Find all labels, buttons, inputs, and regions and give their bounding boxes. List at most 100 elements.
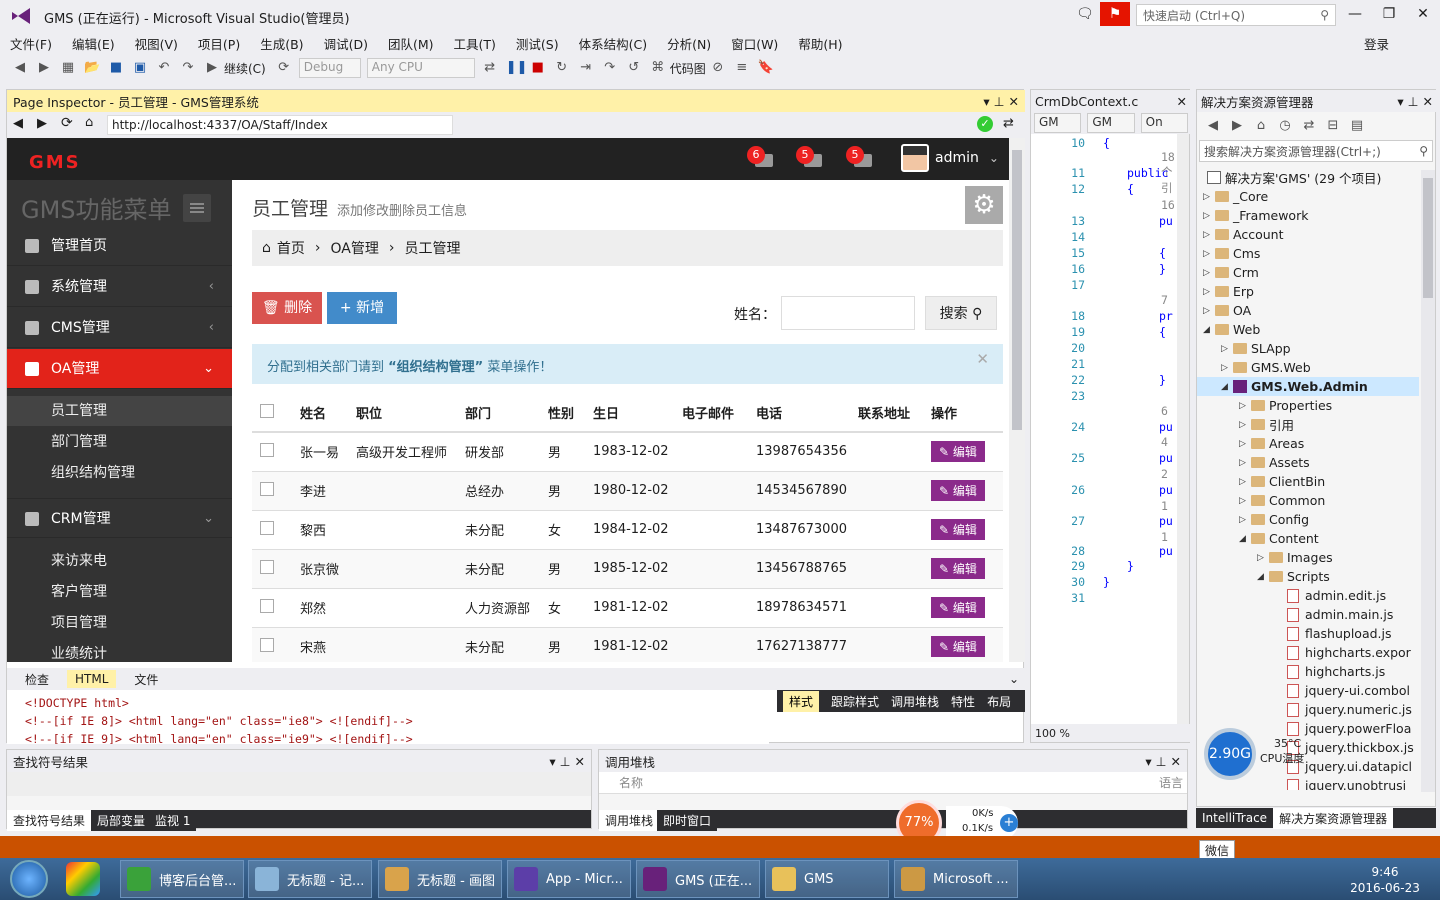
user-menu[interactable]: admin ⌄ bbox=[901, 144, 999, 172]
sync-icon[interactable]: ⇄ bbox=[1301, 118, 1317, 134]
sidebar-subitem-customers[interactable]: 客户管理 bbox=[7, 577, 232, 607]
tab-immediate[interactable]: 即时窗口 bbox=[657, 810, 718, 831]
sidebar-subitem-visits[interactable]: 来访来电 bbox=[7, 546, 232, 576]
tab-solution-explorer[interactable]: 解决方案资源管理器 bbox=[1273, 807, 1394, 829]
member-dropdown[interactable]: On bbox=[1140, 113, 1188, 133]
tree-item[interactable]: ◢ GMS.Web.Admin bbox=[1197, 377, 1419, 396]
close-button[interactable]: ✕ bbox=[1408, 6, 1438, 22]
breakpoint-icon[interactable]: ⊘ bbox=[710, 60, 726, 76]
properties-icon[interactable]: ▤ bbox=[1349, 118, 1365, 134]
edit-button[interactable]: ✎ 编辑 bbox=[931, 558, 985, 579]
tree-item[interactable]: jquery-ui.combol bbox=[1275, 681, 1410, 700]
delete-button[interactable]: 🗑 删除 bbox=[252, 292, 322, 324]
close-icon[interactable]: ✕ bbox=[976, 350, 989, 368]
save-all-icon[interactable]: ▣ bbox=[132, 60, 148, 76]
row-checkbox[interactable] bbox=[260, 481, 274, 496]
menu-item[interactable]: 体系结构(C) bbox=[579, 34, 647, 53]
forward-icon[interactable]: ▶ bbox=[1229, 118, 1245, 134]
notification-mail[interactable]: 5 bbox=[796, 146, 826, 172]
menu-item[interactable]: 帮助(H) bbox=[798, 34, 842, 53]
style-tab[interactable]: 调用堆栈 bbox=[891, 693, 939, 710]
stop-icon[interactable]: ■ bbox=[530, 60, 546, 76]
browser-pinned-icon[interactable] bbox=[66, 862, 100, 896]
menu-item[interactable]: 生成(B) bbox=[260, 34, 303, 53]
sidebar-item-oa[interactable]: OA管理 ⌄ bbox=[7, 349, 232, 389]
sidebar-toggle-icon[interactable] bbox=[183, 194, 211, 222]
taskbar-item[interactable]: GMS bbox=[765, 860, 889, 898]
collapse-arrow-icon[interactable]: ◢ bbox=[1203, 325, 1215, 335]
panel-menu-icon[interactable]: ▾ ⊥ ✕ bbox=[983, 94, 1019, 109]
tree-item[interactable]: ▷ _Core bbox=[1203, 187, 1268, 206]
taskbar-item[interactable]: 无标题 - 记... bbox=[248, 860, 372, 898]
menu-item[interactable]: 项目(P) bbox=[198, 34, 240, 53]
expand-arrow-icon[interactable]: ▷ bbox=[1203, 287, 1215, 297]
row-checkbox[interactable] bbox=[260, 637, 274, 652]
tab-watch[interactable]: 监视 1 bbox=[149, 810, 197, 831]
tree-item[interactable]: ▷ 引用 bbox=[1239, 415, 1294, 434]
tree-item[interactable]: ▷ Crm bbox=[1203, 263, 1259, 282]
expand-arrow-icon[interactable]: ▷ bbox=[1221, 344, 1233, 354]
tab-files[interactable]: 文件 bbox=[134, 671, 158, 688]
tab-intellitrace[interactable]: IntelliTrace bbox=[1196, 809, 1274, 827]
expand-arrow-icon[interactable]: ▷ bbox=[1203, 249, 1215, 259]
home-icon[interactable]: ⌂ bbox=[85, 115, 93, 130]
row-checkbox[interactable] bbox=[260, 598, 274, 613]
solution-scrollbar[interactable] bbox=[1421, 170, 1435, 792]
code-lines[interactable]: 10{18 个引 11 public 12{16 13 pu 14 15{16} 17 7 18 pr… bbox=[1031, 134, 1177, 724]
menu-item[interactable]: 文件(F) bbox=[10, 34, 52, 53]
step-into-icon[interactable]: ⇥ bbox=[578, 60, 594, 76]
edit-button[interactable]: ✎ 编辑 bbox=[931, 636, 985, 657]
tree-item[interactable]: ▷ Cms bbox=[1203, 244, 1260, 263]
sidebar-item-crm[interactable]: CRM管理 ⌄ bbox=[7, 498, 232, 538]
collapse-arrow-icon[interactable]: ◢ bbox=[1257, 572, 1269, 582]
expand-arrow-icon[interactable]: ▷ bbox=[1221, 363, 1233, 373]
taskbar-item[interactable]: App - Micr... bbox=[507, 860, 631, 898]
style-tab[interactable]: 特性 bbox=[951, 693, 975, 710]
tree-item[interactable]: admin.main.js bbox=[1275, 605, 1393, 624]
sidebar-subitem-projects[interactable]: 项目管理 bbox=[7, 608, 232, 638]
code-scrollbar[interactable] bbox=[1177, 134, 1189, 724]
home-icon[interactable]: ⌂ bbox=[1253, 118, 1269, 134]
expand-arrow-icon[interactable]: ▷ bbox=[1239, 515, 1251, 525]
menu-item[interactable]: 窗口(W) bbox=[731, 34, 778, 53]
new-project-icon[interactable]: ▦ bbox=[60, 60, 76, 76]
expand-arrow-icon[interactable]: ▷ bbox=[1257, 553, 1269, 563]
toggle-sync-icon[interactable]: ⇄ bbox=[1003, 116, 1014, 131]
notification-tasks[interactable]: 5 bbox=[846, 146, 876, 172]
sidebar-item-cms[interactable]: CMS管理 ‹ bbox=[7, 308, 232, 348]
collapse-arrow-icon[interactable]: ◢ bbox=[1239, 534, 1251, 544]
row-checkbox[interactable] bbox=[260, 520, 274, 535]
panel-menu-icon[interactable]: ▾ ⊥ ✕ bbox=[549, 754, 585, 769]
add-button[interactable]: + 新增 bbox=[327, 292, 397, 324]
continue-icon[interactable]: ▶ bbox=[204, 60, 220, 76]
tree-item[interactable]: ▷ Images bbox=[1257, 548, 1333, 567]
expand-arrow-icon[interactable]: ▷ bbox=[1239, 477, 1251, 487]
edit-button[interactable]: ✎ 编辑 bbox=[931, 441, 985, 463]
tree-item[interactable]: ▷ ClientBin bbox=[1239, 472, 1325, 491]
project-dropdown[interactable]: GM bbox=[1034, 113, 1082, 133]
refresh-icon[interactable]: ⟳ bbox=[276, 60, 292, 76]
menu-item[interactable]: 编辑(E) bbox=[72, 34, 115, 53]
sidebar-subitem-org[interactable]: 组织结构管理 bbox=[7, 458, 232, 488]
taskbar-item[interactable]: 无标题 - 画图 bbox=[378, 860, 502, 898]
pause-icon[interactable]: ❚❚ bbox=[506, 60, 528, 76]
undo-icon[interactable]: ↶ bbox=[156, 60, 172, 76]
name-search-input[interactable] bbox=[781, 296, 915, 330]
back-icon[interactable]: ◀ bbox=[1205, 118, 1221, 134]
menu-item[interactable]: 团队(M) bbox=[388, 34, 434, 53]
tree-item[interactable]: ▷ Common bbox=[1239, 491, 1325, 510]
expand-arrow-icon[interactable]: ▷ bbox=[1203, 268, 1215, 278]
tree-item[interactable]: ◢ Scripts bbox=[1257, 567, 1330, 586]
collapse-arrow-icon[interactable]: ◢ bbox=[1221, 382, 1233, 392]
sidebar-subitem-stats[interactable]: 业绩统计 bbox=[7, 639, 232, 662]
tree-item[interactable]: jquery.numeric.js bbox=[1275, 700, 1412, 719]
browser-refresh-icon[interactable]: ⟳ bbox=[61, 115, 73, 131]
close-icon[interactable]: ✕ bbox=[1177, 94, 1187, 109]
tree-item[interactable]: highcharts.js bbox=[1275, 662, 1385, 681]
breadcrumb-home[interactable]: 首页 bbox=[277, 238, 305, 258]
style-tab[interactable]: 样式 bbox=[783, 690, 820, 712]
settings-gear-icon[interactable]: ⚙ bbox=[965, 186, 1003, 224]
code-tab[interactable]: CrmDbContext.c ✕ bbox=[1031, 90, 1191, 112]
row-checkbox[interactable] bbox=[260, 442, 274, 457]
taskbar-item[interactable]: 博客后台管... bbox=[120, 860, 244, 898]
